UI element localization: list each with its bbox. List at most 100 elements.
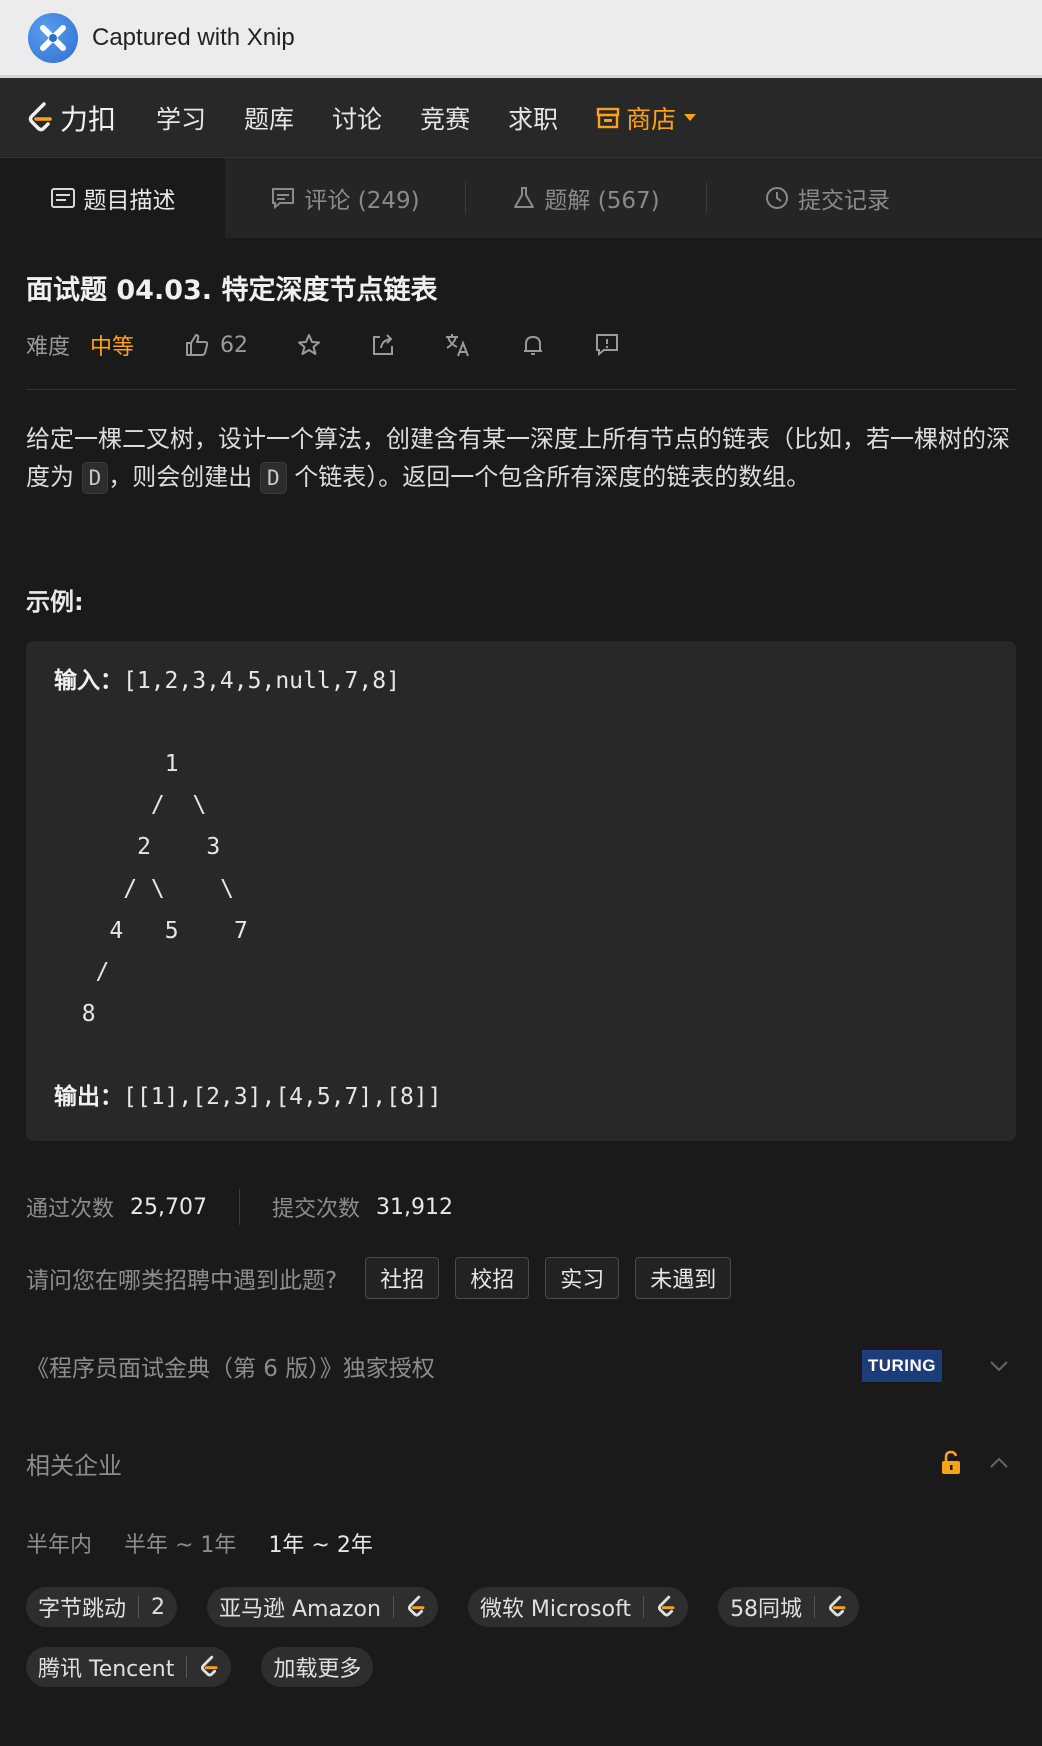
top-nav: 力扣 学习 题库 讨论 竞赛 求职 商店 [0,78,1042,158]
leetcode-premium-icon [201,1655,218,1677]
star-icon [298,334,321,355]
nav-store[interactable]: 商店 [596,100,697,136]
company-tag-58[interactable]: 58同城 [718,1587,860,1627]
tag-divider [814,1596,816,1618]
example-input: 输入：[1,2,3,4,5,null,7,8] [54,661,988,703]
company-name: 腾讯 Tencent [38,1657,175,1682]
brand-name: 力扣 [60,102,117,136]
like-count: 62 [220,332,249,358]
problem-description: 给定一棵二叉树，设计一个算法，创建含有某一深度上所有节点的链表（比如，若一棵树的… [26,420,1016,496]
divider [26,389,1016,390]
tab-comments[interactable]: 评论 (249) [225,158,465,238]
tab-comments-label: 评论 (249) [304,188,420,214]
nav-discuss[interactable]: 讨论 [332,100,382,136]
tab-submissions[interactable]: 提交记录 [707,158,947,238]
input-value: [1,2,3,4,5,null,7,8] [123,668,400,694]
problem-title: 面试题 04.03. 特定深度节点链表 [26,275,438,306]
accepted-label: 通过次数 [26,1197,115,1222]
period-half-to-one-year[interactable]: 半年 ~ 1年 [124,1527,236,1559]
load-more-button[interactable]: 加载更多 [261,1647,374,1687]
thumbs-up-icon [186,334,209,356]
share-icon [373,334,394,355]
tag-divider [138,1596,140,1618]
xnip-title: Captured with Xnip [92,23,295,51]
example-label: 示例: [26,588,84,616]
period-one-to-two-years[interactable]: 1年 ~ 2年 [268,1527,372,1559]
notification-button[interactable] [520,332,546,358]
output-value: [[1],[2,3],[4,5,7],[8]] [123,1083,442,1110]
description-text: ，则会创建出 [108,463,253,491]
store-label: 商店 [626,104,677,134]
chevron-down-icon [684,114,697,121]
tag-divider [392,1596,394,1618]
company-name: 微软 Microsoft [479,1597,632,1622]
stats-divider [239,1189,240,1225]
description-text: 个链表）。返回一个包含所有深度的链表的数组。 [294,463,811,491]
recruit-option-social[interactable]: 社招 [365,1257,440,1299]
company-name: 字节跳动 [38,1597,127,1622]
tab-solutions-label: 题解 (567) [544,188,660,214]
translate-icon [446,334,469,357]
leetcode-premium-icon [657,1595,675,1617]
tag-divider [643,1596,645,1618]
example-output: 输出：[[1],[2,3],[4,5,7],[8]] [54,1077,988,1119]
leetcode-premium-icon [407,1595,425,1617]
submitted-label: 提交次数 [272,1197,361,1222]
period-half-year[interactable]: 半年内 [26,1527,92,1559]
nav-jobs[interactable]: 求职 [508,100,558,136]
accepted-count: 25,707 [130,1194,207,1220]
feedback-icon [596,334,619,357]
feedback-button[interactable] [594,332,620,358]
company-tag-microsoft[interactable]: 微软 Microsoft [467,1587,689,1627]
leetcode-logo[interactable]: 力扣 [26,98,116,138]
recruit-option-none[interactable]: 未遇到 [635,1257,732,1299]
like-button[interactable]: 62 [184,332,248,358]
output-label: 输出： [54,1083,123,1110]
comment-icon [272,188,295,210]
tab-solutions[interactable]: 题解 (567) [466,158,706,238]
submitted-count: 31,912 [376,1194,453,1220]
submission-stats: 通过次数 25,707 提交次数 31,912 [26,1187,1016,1227]
tab-description-label: 题目描述 [83,188,176,214]
xnip-header: Captured with Xnip [0,0,1042,78]
favorite-button[interactable] [296,332,322,358]
translate-button[interactable] [444,332,472,358]
problem-meta: 难度 中等 62 [26,327,1016,363]
nav-learn[interactable]: 学习 [156,100,206,136]
tag-divider [186,1656,188,1678]
company-name: 亚马逊 Amazon [219,1597,381,1622]
inline-code: D [81,462,109,494]
tab-description[interactable]: 题目描述 [0,158,225,238]
input-label: 输入： [54,668,123,694]
turing-logo: TURING [861,1350,942,1382]
recruit-option-intern[interactable]: 实习 [545,1257,620,1299]
nav-contest[interactable]: 竞赛 [420,100,470,136]
tab-submissions-label: 提交记录 [798,188,890,214]
share-button[interactable] [370,332,396,358]
company-tag-bytedance[interactable]: 字节跳动 2 [26,1587,178,1627]
leetcode-premium-icon [828,1595,846,1617]
xnip-logo-icon [28,12,78,63]
chevron-down-icon[interactable] [988,1359,1010,1373]
problem-content: 面试题 04.03. 特定深度节点链表 难度 中等 62 给定一棵二叉树，设计一… [0,268,1042,1707]
leetcode-logo-icon [28,101,52,131]
problem-tabs: 题目描述 评论 (249) 题解 (567) 提交记录 [0,158,1042,238]
example-block: 输入：[1,2,3,4,5,null,7,8] 1 / \ 2 3 / \ \ … [26,641,1016,1141]
company-tag-amazon[interactable]: 亚马逊 Amazon [207,1587,438,1627]
company-name: 58同城 [730,1597,803,1622]
example-tree: 1 / \ 2 3 / \ \ 4 5 7 / 8 [81,750,248,1027]
related-companies-header[interactable]: 相关企业 [26,1443,1016,1483]
authorization-text: 《程序员面试金典（第 6 版）》独家授权 [26,1356,435,1382]
company-tags: 字节跳动 2 亚马逊 Amazon 微软 Microsoft 58同城 腾讯 T… [26,1587,946,1707]
clock-icon [766,187,788,209]
nav-problemset[interactable]: 题库 [244,100,294,136]
authorization-row[interactable]: 《程序员面试金典（第 6 版）》独家授权 TURING [26,1341,1016,1391]
company-tag-tencent[interactable]: 腾讯 Tencent [26,1647,232,1687]
flask-icon [514,187,535,208]
recruit-question: 请问您在哪类招聘中遇到此题? [26,1268,338,1294]
related-companies-title: 相关企业 [26,1451,122,1480]
inline-code: D [259,462,287,494]
recruit-option-campus[interactable]: 校招 [455,1257,530,1299]
chevron-up-icon[interactable] [988,1456,1010,1470]
period-filter: 半年内 半年 ~ 1年 1年 ~ 2年 [26,1527,1016,1559]
